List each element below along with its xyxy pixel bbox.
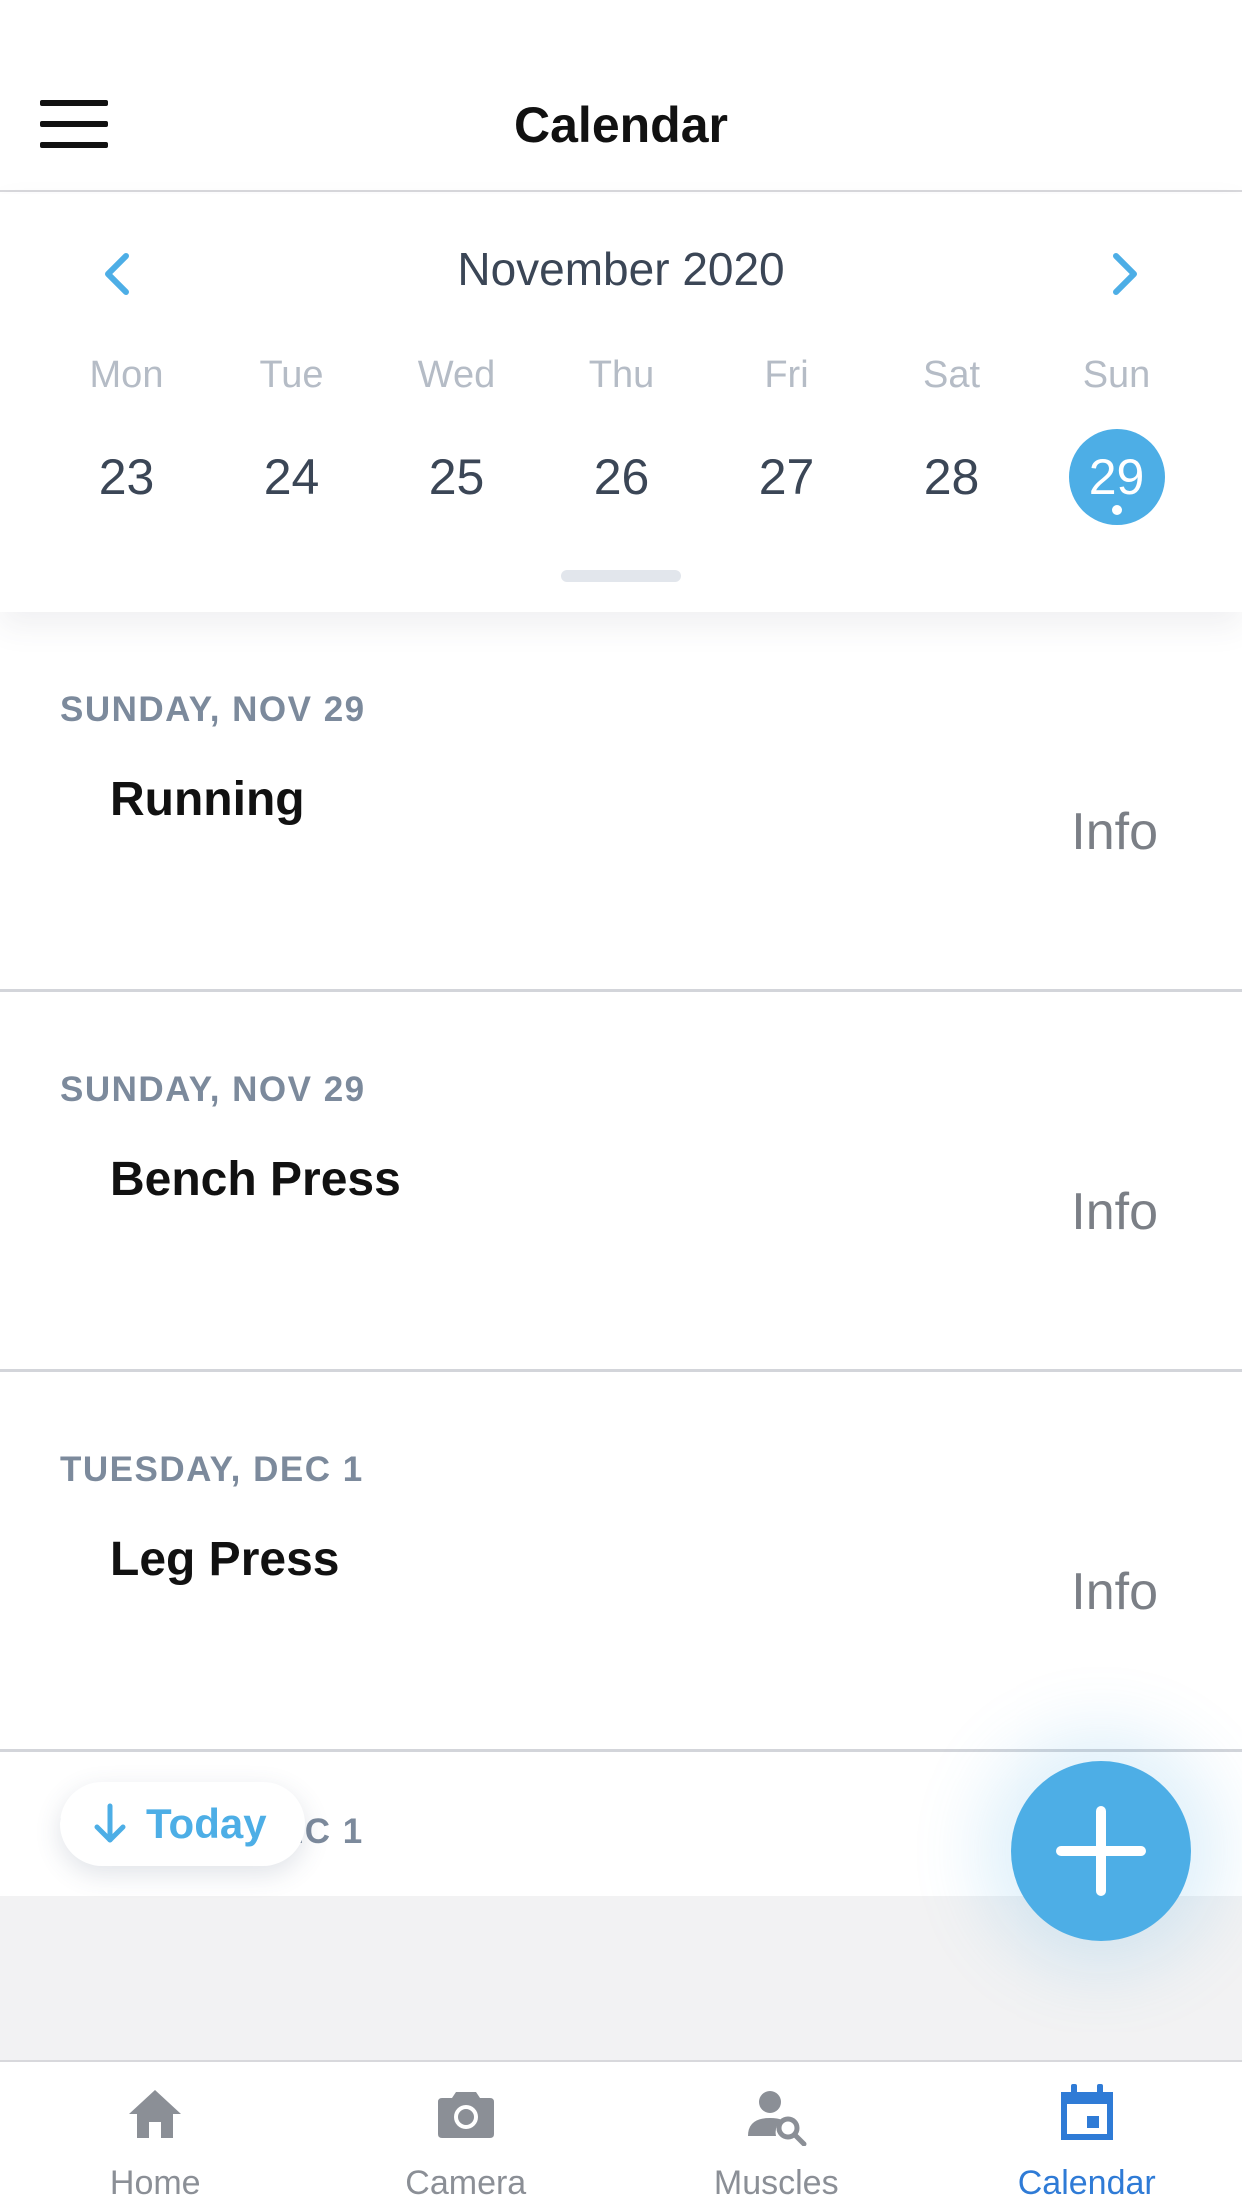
- plus-icon: [1056, 1806, 1146, 1896]
- agenda-list: SUNDAY, NOV 29 Running Info SUNDAY, NOV …: [0, 612, 1242, 1897]
- weekday-label: Sun: [1082, 354, 1151, 396]
- weekday-label: Wed: [417, 354, 496, 396]
- weekday-label: Thu: [588, 354, 655, 396]
- workout-title: Bench Press: [110, 1153, 401, 1206]
- workout-item[interactable]: Running Info: [0, 762, 1242, 922]
- agenda-section: SUNDAY, NOV 29 Bench Press Info: [0, 992, 1242, 1372]
- event-indicator-dot: [1111, 505, 1122, 515]
- camera-icon: [437, 2092, 494, 2138]
- info-button[interactable]: Info: [1071, 1182, 1158, 1242]
- add-workout-button[interactable]: [1011, 1761, 1191, 1941]
- tab-label: Calendar: [1017, 2164, 1156, 2202]
- tab-calendar[interactable]: Calendar: [932, 2062, 1242, 2208]
- tab-camera[interactable]: Camera: [311, 2062, 622, 2208]
- weekday-label: Mon: [89, 354, 164, 396]
- bottom-tab-bar: Home Camera Muscles Calendar: [0, 2060, 1242, 2208]
- home-icon: [129, 2090, 182, 2138]
- week-calendar: November 2020 Mon Tue Wed Thu Fri Sat Su…: [0, 194, 1242, 612]
- expand-calendar-handle[interactable]: [561, 570, 681, 582]
- today-label: Today: [146, 1800, 267, 1847]
- day-cell[interactable]: 25: [374, 429, 539, 525]
- muscle-search-icon: [748, 2091, 807, 2146]
- page-title: Calendar: [514, 97, 728, 153]
- workout-item[interactable]: Bench Press Info: [0, 1142, 1242, 1302]
- section-date: SUNDAY, NOV 29: [60, 690, 366, 729]
- day-number: 24: [263, 449, 320, 505]
- agenda-section: SUNDAY, NOV 29 Running Info: [0, 612, 1242, 992]
- day-number: 27: [758, 449, 815, 505]
- tab-muscles[interactable]: Muscles: [621, 2062, 932, 2208]
- chevron-right-icon: [1113, 253, 1137, 295]
- today-button[interactable]: Today: [60, 1782, 305, 1866]
- workout-title: Running: [110, 773, 305, 826]
- day-cell[interactable]: 27: [704, 429, 869, 525]
- agenda-section: TUESDAY, DEC 1 Leg Press Info: [0, 1372, 1242, 1752]
- weekday-label: Fri: [764, 354, 809, 396]
- section-date: SUNDAY, NOV 29: [60, 1070, 366, 1109]
- day-number: 25: [428, 449, 485, 505]
- day-cell[interactable]: 23: [44, 429, 209, 525]
- workout-item[interactable]: Leg Press Info: [0, 1522, 1242, 1682]
- weekday-label: Sat: [922, 354, 981, 396]
- day-number: 29: [1088, 449, 1145, 505]
- tab-label: Camera: [405, 2164, 527, 2202]
- day-cell-selected[interactable]: 29: [1034, 429, 1199, 525]
- calendar-icon: [1060, 2084, 1113, 2140]
- day-number: 26: [593, 449, 650, 505]
- day-number: 23: [98, 449, 155, 505]
- weekday-header: Mon Tue Wed Thu Fri Sat Sun: [0, 354, 1242, 397]
- info-button[interactable]: Info: [1071, 1562, 1158, 1622]
- tab-label: Muscles: [713, 2164, 839, 2202]
- day-cell[interactable]: 24: [209, 429, 374, 525]
- app-header: Calendar: [0, 0, 1242, 192]
- section-date: TUESDAY, DEC 1: [60, 1450, 364, 1489]
- arrow-down-icon: [94, 1803, 126, 1843]
- tab-home[interactable]: Home: [0, 2062, 311, 2208]
- day-number: 28: [923, 449, 980, 505]
- day-cell[interactable]: 28: [869, 429, 1034, 525]
- tab-label: Home: [109, 2164, 201, 2202]
- day-cell[interactable]: 26: [539, 429, 704, 525]
- info-button[interactable]: Info: [1071, 802, 1158, 862]
- next-week-button[interactable]: [1094, 244, 1154, 304]
- weekday-label: Tue: [259, 354, 324, 396]
- month-label: November 2020: [457, 243, 785, 295]
- day-row: 23 24 25 26 27 28 29: [44, 429, 1199, 525]
- workout-title: Leg Press: [110, 1533, 340, 1586]
